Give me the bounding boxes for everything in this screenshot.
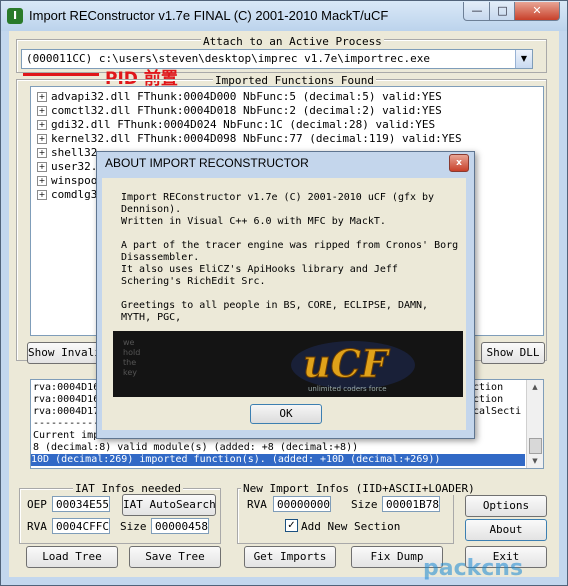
about-body: Import REConstructor v1.7e (C) 2001-2010… [102, 178, 466, 430]
expand-icon[interactable]: + [37, 162, 47, 172]
options-button[interactable]: Options [465, 495, 547, 517]
banner-text: hold [123, 348, 140, 357]
iat-rva-field[interactable]: 0004CFFC [52, 518, 110, 534]
title-bar[interactable]: I Import REConstructor v1.7e FINAL (C) 2… [1, 1, 567, 31]
oep-label: OEP [27, 498, 47, 511]
ucf-banner: we hold the key uCF unlimited coders for… [113, 331, 463, 397]
banner-tagline: unlimited coders force [308, 385, 387, 393]
tree-item[interactable]: + comdlg3 [37, 188, 97, 202]
tree-item[interactable]: + shell32 [37, 146, 97, 160]
log-line-fragment: ction [473, 382, 504, 393]
save-tree-button[interactable]: Save Tree [129, 546, 221, 568]
expand-icon[interactable]: + [37, 176, 47, 186]
expand-icon[interactable]: + [37, 148, 47, 158]
iat-size-label: Size [120, 520, 147, 533]
window-title: Import REConstructor v1.7e FINAL (C) 200… [29, 8, 389, 23]
about-dialog-title: ABOUT IMPORT RECONSTRUCTOR [105, 156, 309, 170]
tree-item[interactable]: + comctl32.dll FThunk:0004D018 NbFunc:2 (… [37, 104, 442, 118]
get-imports-button[interactable]: Get Imports [244, 546, 336, 568]
expand-icon[interactable]: + [37, 190, 47, 200]
log-line: rva:0004D17 [33, 406, 100, 417]
expand-icon[interactable]: + [37, 106, 47, 116]
new-rva-label: RVA [247, 498, 267, 511]
banner-text: we [123, 338, 135, 347]
iat-autosearch-button[interactable]: IAT AutoSearch [122, 494, 216, 516]
show-invalid-button[interactable]: Show Invali [27, 342, 101, 364]
process-select-value: (000011CC) c:\users\steven\desktop\impre… [26, 52, 430, 65]
log-line-fragment: calSecti [473, 406, 522, 417]
log-line-selected[interactable]: 10D (decimal:269) imported function(s). … [31, 454, 525, 466]
oep-field[interactable]: 00034E55 [52, 496, 110, 512]
banner-logo-text: uCF [303, 341, 391, 386]
about-button[interactable]: About [465, 519, 547, 541]
tree-item[interactable]: + advapi32.dll FThunk:0004D000 NbFunc:5 (… [37, 90, 442, 104]
about-dialog: ABOUT IMPORT RECONSTRUCTOR x Import RECo… [96, 151, 475, 439]
pid-annotation-underline [23, 73, 99, 76]
new-rva-field[interactable]: 00000000 [273, 496, 331, 512]
tree-item[interactable]: + kernel32.dll FThunk:0004D098 NbFunc:77 … [37, 132, 462, 146]
process-select[interactable]: (000011CC) c:\users\steven\desktop\impre… [21, 49, 533, 69]
log-scrollbar[interactable]: ▲ ▼ [526, 380, 543, 468]
chevron-down-icon[interactable]: ▼ [515, 50, 532, 68]
show-dll-button[interactable]: Show DLL [481, 342, 545, 364]
app-icon: I [7, 8, 23, 24]
banner-text: the [123, 358, 136, 367]
scroll-up-icon[interactable]: ▲ [527, 380, 543, 394]
log-line: rva:0004D16 [33, 382, 100, 393]
expand-icon[interactable]: + [37, 134, 47, 144]
tree-item[interactable]: + user32. [37, 160, 97, 174]
log-line: rva:0004D16 [33, 394, 100, 405]
log-line-fragment: ction [473, 394, 504, 405]
ucf-logo: we hold the key uCF unlimited coders for… [123, 338, 415, 393]
banner-text: key [123, 368, 137, 377]
attach-label: Attach to an Active Process [201, 35, 384, 48]
scroll-thumb[interactable] [529, 438, 542, 454]
expand-icon[interactable]: + [37, 92, 47, 102]
expand-icon[interactable]: + [37, 120, 47, 130]
new-size-label: Size [351, 498, 378, 511]
minimize-button[interactable]: — [463, 2, 491, 21]
new-import-label: New Import Infos (IID+ASCII+LOADER) [241, 482, 477, 495]
tree-item[interactable]: + winspoo [37, 174, 97, 188]
iat-size-field[interactable]: 00000458 [151, 518, 209, 534]
watermark: packcns [423, 556, 524, 581]
maximize-button[interactable]: □ [489, 2, 516, 21]
add-section-checkbox[interactable]: ✓ [285, 519, 298, 532]
ok-button[interactable]: OK [250, 404, 322, 424]
tree-item[interactable]: + gdi32.dll FThunk:0004D024 NbFunc:1C (de… [37, 118, 435, 132]
load-tree-button[interactable]: Load Tree [26, 546, 118, 568]
about-close-button[interactable]: x [449, 154, 469, 172]
scroll-down-icon[interactable]: ▼ [527, 454, 543, 468]
add-section-label: Add New Section [301, 520, 401, 533]
close-button[interactable]: ✕ [514, 2, 560, 21]
log-line: ----------- [33, 418, 100, 429]
iat-rva-label: RVA [27, 520, 47, 533]
log-line: 8 (decimal:8) valid module(s) (added: +8… [33, 442, 359, 453]
new-size-field[interactable]: 00001B78 [382, 496, 440, 512]
main-window: I Import REConstructor v1.7e FINAL (C) 2… [0, 0, 568, 586]
about-text: Import REConstructor v1.7e (C) 2001-2010… [121, 192, 459, 323]
